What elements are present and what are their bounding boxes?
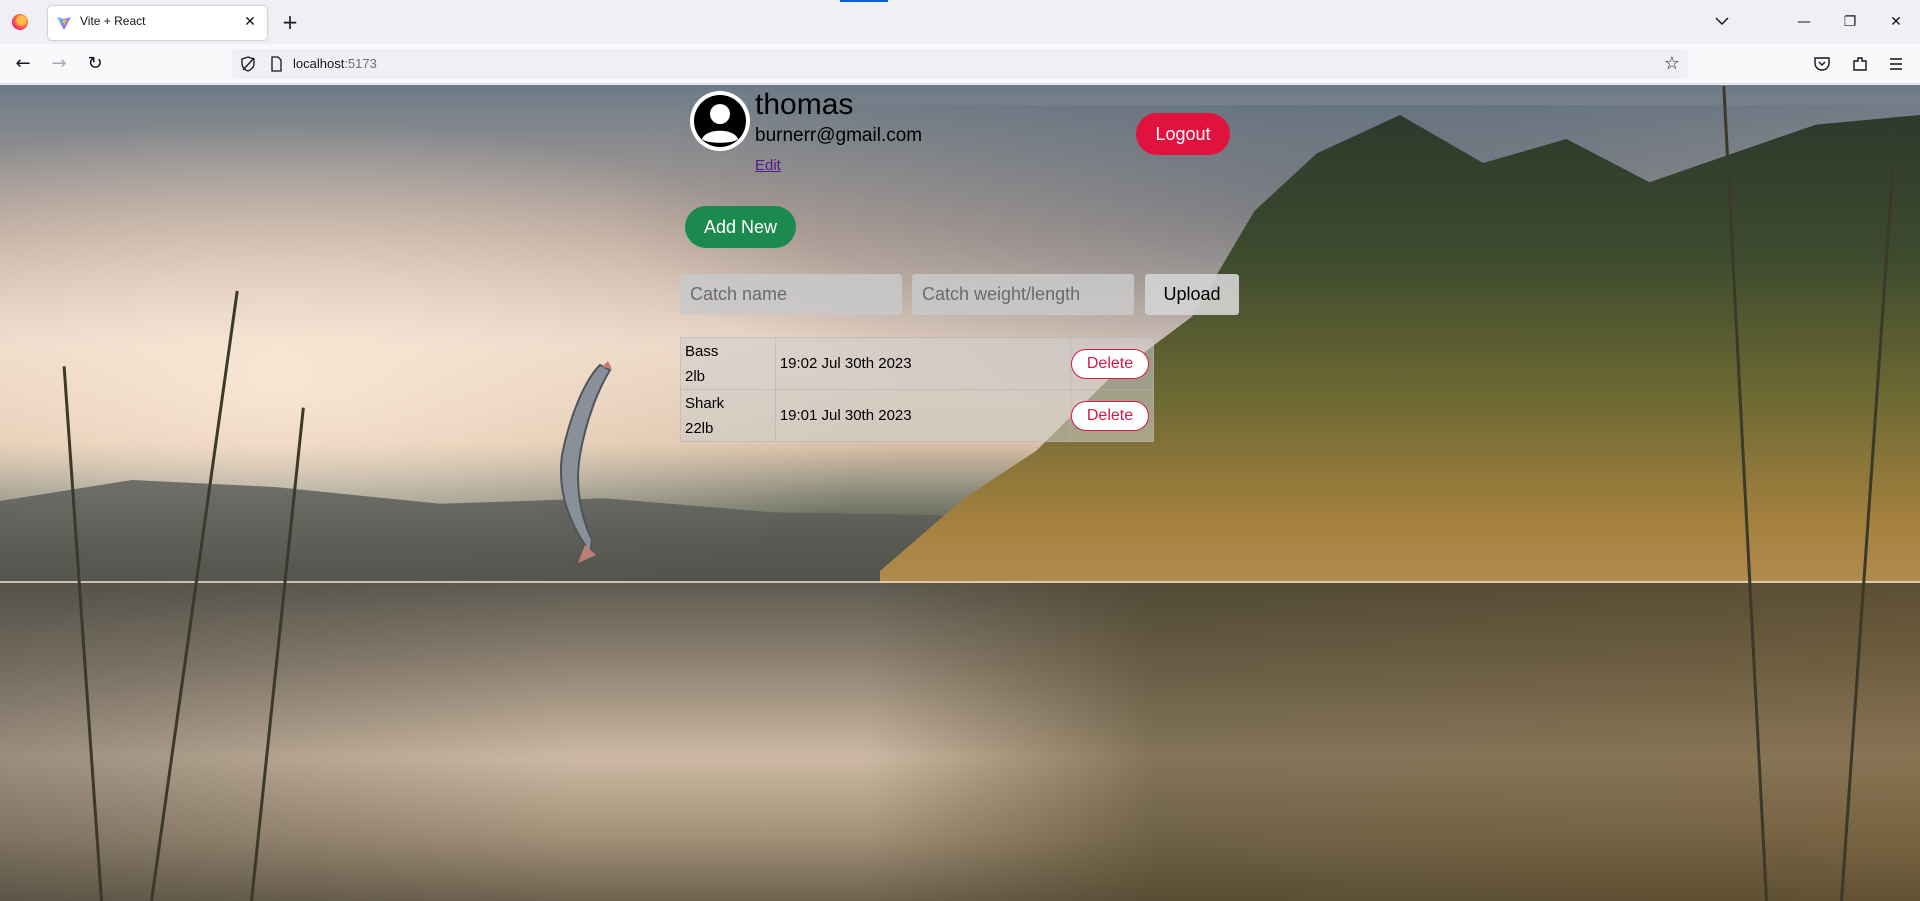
avatar — [690, 91, 750, 151]
chevron-down-icon[interactable] — [1710, 10, 1734, 34]
catch-action-cell: Delete — [1069, 389, 1155, 442]
firefox-icon[interactable] — [12, 14, 28, 30]
minimize-button[interactable]: — — [1784, 6, 1824, 38]
pocket-icon[interactable] — [1813, 55, 1831, 73]
add-new-button[interactable]: Add New — [685, 206, 796, 248]
reload-icon[interactable]: ↻ — [80, 49, 110, 79]
new-tab-button[interactable]: + — [278, 10, 302, 34]
jumping-fish-image — [559, 361, 612, 563]
edit-profile-link[interactable]: Edit — [755, 157, 781, 174]
catch-weight-input[interactable] — [912, 274, 1134, 315]
catch-size: 2lb — [685, 367, 706, 385]
profile-email: burnerr@gmail.com — [755, 125, 923, 146]
catch-action-cell: Delete — [1069, 337, 1155, 390]
catch-name-input[interactable] — [680, 274, 902, 315]
vite-icon — [57, 16, 71, 30]
menu-icon[interactable] — [1887, 55, 1905, 73]
page-info-icon[interactable] — [268, 56, 284, 72]
restore-button[interactable]: ❐ — [1830, 6, 1870, 38]
close-window-button[interactable]: ✕ — [1876, 6, 1916, 38]
url-bar[interactable]: localhost:5173 ☆ — [232, 49, 1688, 79]
back-icon[interactable]: ← — [8, 49, 38, 79]
bookmark-star-icon[interactable]: ☆ — [1664, 53, 1680, 74]
table-row: Bass 2lb 19:02 Jul 30th 2023 Delete — [680, 337, 1155, 390]
extensions-icon[interactable] — [1851, 55, 1869, 73]
url-text[interactable]: localhost:5173 — [293, 56, 377, 71]
catch-time: 19:01 Jul 30th 2023 — [774, 389, 1071, 442]
logout-button[interactable]: Logout — [1136, 113, 1230, 155]
tab-strip-indicator — [840, 0, 888, 2]
catch-name-cell: Bass 2lb — [680, 337, 776, 390]
catch-time: 19:02 Jul 30th 2023 — [774, 337, 1071, 390]
close-tab-icon[interactable]: ✕ — [239, 11, 261, 33]
catch-size: 22lb — [685, 419, 714, 437]
background-lake — [0, 583, 1920, 901]
delete-button[interactable]: Delete — [1070, 348, 1149, 379]
catch-name: Shark — [685, 394, 725, 412]
forward-icon[interactable]: → — [44, 49, 74, 79]
upload-button[interactable]: Upload — [1145, 274, 1239, 315]
catch-name: Bass — [685, 342, 719, 360]
catch-table: Bass 2lb 19:02 Jul 30th 2023 Delete Shar… — [680, 337, 1155, 442]
tab-title: Vite + React — [80, 14, 146, 28]
browser-tab-bar: Vite + React ✕ + — ❐ ✕ — [0, 0, 1920, 44]
browser-tab[interactable]: Vite + React ✕ — [48, 6, 267, 40]
tracking-shield-icon[interactable] — [240, 56, 256, 72]
profile-username: thomas — [755, 88, 854, 121]
user-avatar-icon — [694, 95, 746, 147]
catch-name-cell: Shark 22lb — [680, 389, 776, 442]
browser-nav-bar: ← → ↻ localhost:5173 ☆ — [0, 44, 1920, 84]
page-viewport: thomas burnerr@gmail.com Edit Logout Add… — [0, 85, 1920, 901]
table-row: Shark 22lb 19:01 Jul 30th 2023 Delete — [680, 389, 1155, 442]
delete-button[interactable]: Delete — [1070, 400, 1149, 431]
